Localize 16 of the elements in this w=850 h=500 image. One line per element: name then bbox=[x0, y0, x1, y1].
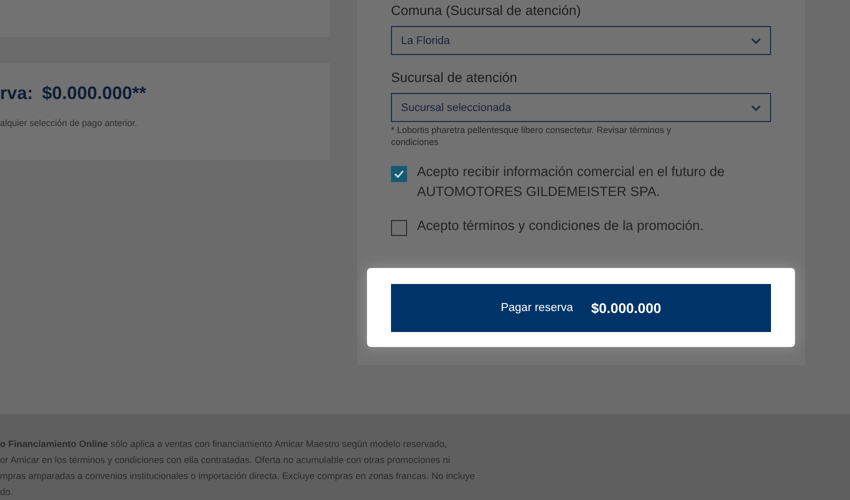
hint-text: * Lobortis pharetra pellentesque libero consectetur. Revisar términos y condiciones bbox=[391, 124, 672, 148]
checkbox[interactable] bbox=[391, 220, 407, 236]
select-field[interactable]: La Florida bbox=[391, 26, 771, 55]
checkbox-label: Acepto recibir información comercial en el futuro de AUTOMOTORES GILDEMEISTER SPA. bbox=[417, 163, 726, 201]
check-icon bbox=[394, 170, 404, 178]
summary-note: alquier selección de pago anterior. bbox=[0, 118, 138, 128]
total-label: rva: bbox=[0, 83, 34, 104]
pay-button[interactable]: Pagar reserva $0.000.000 bbox=[391, 284, 771, 332]
chevron-down-icon bbox=[751, 38, 761, 44]
total-amount: $0.000.000** bbox=[42, 83, 146, 104]
select-field[interactable]: Sucursal seleccionada bbox=[391, 93, 771, 122]
field-label: Comuna (Sucursal de atención) bbox=[391, 2, 582, 20]
checkbox-label: Acepto términos y condiciones de la promoción. bbox=[417, 217, 705, 235]
field-label: Sucursal de atención bbox=[391, 69, 518, 87]
chevron-down-icon bbox=[751, 104, 761, 110]
checkbox[interactable] bbox=[391, 166, 407, 182]
